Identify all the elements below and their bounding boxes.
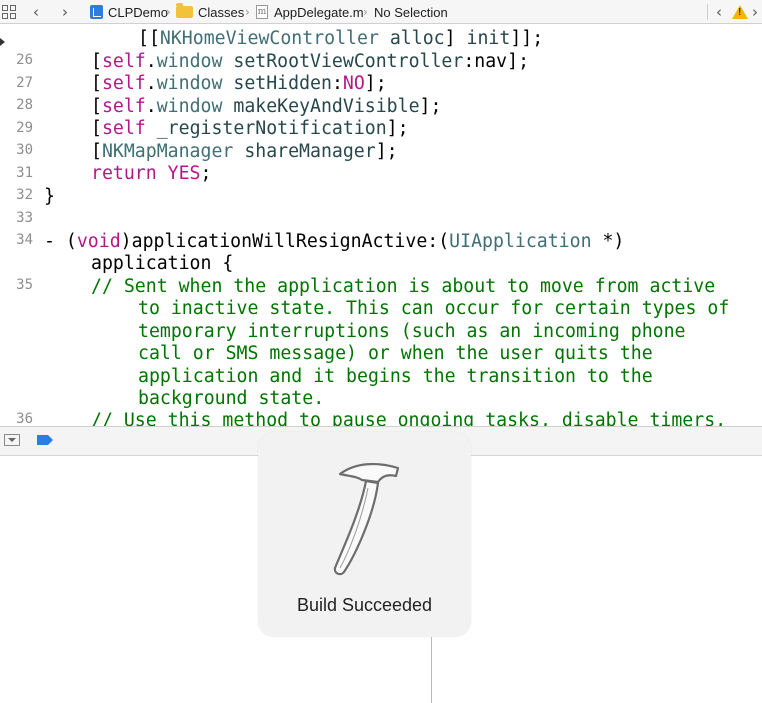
line-number: 26 — [16, 52, 33, 68]
line-number: 30 — [16, 142, 33, 158]
code-line: [[NKHomeViewController alloc] init]]; — [138, 28, 544, 49]
jumpbar-folder[interactable]: Classes — [176, 0, 244, 24]
line-number: 35 — [16, 277, 33, 293]
chevron-right-icon: › — [245, 5, 250, 19]
split-divider[interactable] — [431, 637, 432, 703]
project-icon — [90, 5, 103, 19]
line-number: 33 — [16, 210, 33, 226]
comment-line: // Sent when the application is about to… — [91, 276, 716, 297]
line-number-gutter: 26 27 28 29 30 31 32 33 34 35 36 — [0, 24, 36, 426]
code-line: application { — [91, 253, 234, 274]
hammer-icon — [333, 462, 400, 576]
source-editor[interactable]: 26 27 28 29 30 31 32 33 34 35 36 [[NKHom… — [0, 24, 762, 426]
jump-bar: ‹ › CLPDemo › Classes › m AppDelegate.m … — [0, 0, 762, 24]
folder-label: Classes — [198, 4, 245, 20]
previous-issue-icon[interactable]: ‹ — [716, 0, 722, 24]
chevron-right-icon: › — [166, 5, 171, 19]
objc-file-icon: m — [256, 5, 268, 19]
next-issue-icon[interactable]: › — [752, 0, 758, 24]
line-number: 32 — [16, 187, 33, 203]
line-number: 31 — [16, 165, 33, 181]
folder-icon — [176, 3, 193, 18]
project-label: CLPDemo — [108, 4, 168, 20]
comment-line: to inactive state. This can occur for ce… — [138, 298, 730, 319]
code-line: [self.window setRootViewController:nav]; — [91, 51, 530, 72]
jumpbar-project[interactable]: CLPDemo — [90, 0, 168, 24]
comment-line: call or SMS message) or when the user qu… — [138, 343, 653, 364]
chevron-right-icon: › — [363, 5, 368, 19]
code-line: [self.window makeKeyAndVisible]; — [91, 96, 442, 117]
build-succeeded-hud: Build Succeeded — [258, 432, 471, 637]
comment-line: // Use this method to pause ongoing task… — [91, 410, 727, 426]
comment-line: application and it begins the transition… — [138, 366, 653, 387]
jumpbar-selection[interactable]: No Selection — [374, 0, 448, 24]
comment-line: temporary interruptions (such as an inco… — [138, 321, 686, 342]
line-number: 29 — [16, 120, 33, 136]
warning-icon[interactable] — [732, 5, 748, 19]
hide-debug-area-icon[interactable] — [4, 434, 20, 446]
breakpoints-toggle-icon[interactable] — [37, 435, 53, 445]
forward-arrow-icon[interactable]: › — [62, 0, 68, 24]
code-line: - (void)applicationWillResignActive:(UIA… — [44, 231, 625, 252]
comment-line: background state. — [138, 388, 325, 409]
build-status-message: Build Succeeded — [296, 595, 433, 615]
divider — [707, 4, 708, 20]
code-line: return YES; — [91, 163, 212, 184]
code-line: [self _registerNotification]; — [91, 118, 409, 139]
line-number: 34 — [16, 232, 33, 248]
code-line: } — [44, 186, 55, 207]
line-number: 36 — [16, 411, 33, 426]
back-arrow-icon[interactable]: ‹ — [33, 0, 39, 24]
related-items-grid-icon[interactable] — [2, 5, 16, 19]
code-line: [self.window setHidden:NO]; — [91, 73, 387, 94]
code-line: [NKMapManager shareManager]; — [91, 141, 398, 162]
jumpbar-file[interactable]: m AppDelegate.m — [256, 0, 364, 24]
line-number: 27 — [16, 75, 33, 91]
line-number: 28 — [16, 97, 33, 113]
file-label: AppDelegate.m — [274, 4, 364, 20]
